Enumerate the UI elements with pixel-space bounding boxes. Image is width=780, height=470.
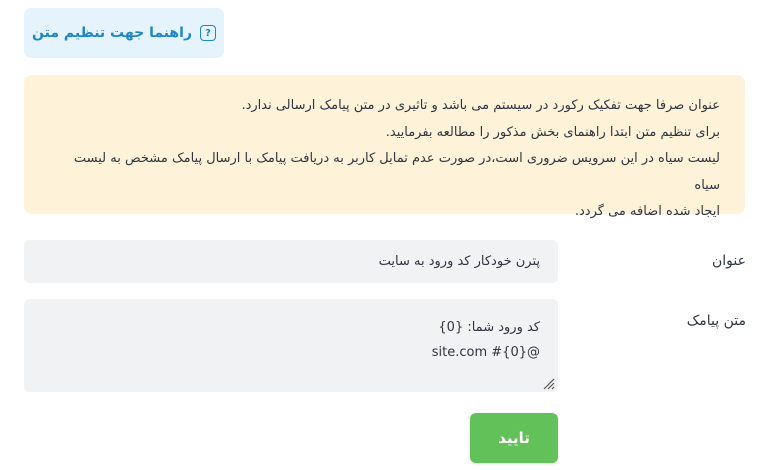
message-label: متن پیامک bbox=[686, 313, 746, 329]
title-label: عنوان bbox=[712, 253, 746, 269]
notice-line: لیست سیاه در این سرویس ضروری است،در صورت… bbox=[73, 151, 720, 193]
notice-line: ایجاد شده اضافه می گردد. bbox=[574, 204, 720, 219]
notice-line: عنوان صرفا جهت تفکیک رکورد در سیستم می ب… bbox=[241, 98, 720, 113]
title-input[interactable] bbox=[24, 240, 558, 283]
submit-button[interactable]: تایید bbox=[470, 413, 558, 463]
resize-handle-icon[interactable] bbox=[543, 378, 555, 390]
help-button-label: راهنما جهت تنظیم متن bbox=[32, 25, 192, 41]
notice-line: برای تنظیم متن ابتدا راهنمای بخش مذکور ر… bbox=[385, 124, 720, 140]
message-textarea[interactable]: کد ورود شما: {0} @site.com #{0} bbox=[24, 299, 558, 392]
message-line: کد ورود شما: {0} bbox=[438, 320, 540, 335]
help-button[interactable]: ? راهنما جهت تنظیم متن bbox=[24, 8, 224, 58]
info-notice: عنوان صرفا جهت تفکیک رکورد در سیستم می ب… bbox=[24, 75, 745, 219]
question-icon: ? bbox=[200, 25, 216, 41]
message-line: @site.com #{0} bbox=[431, 345, 540, 360]
